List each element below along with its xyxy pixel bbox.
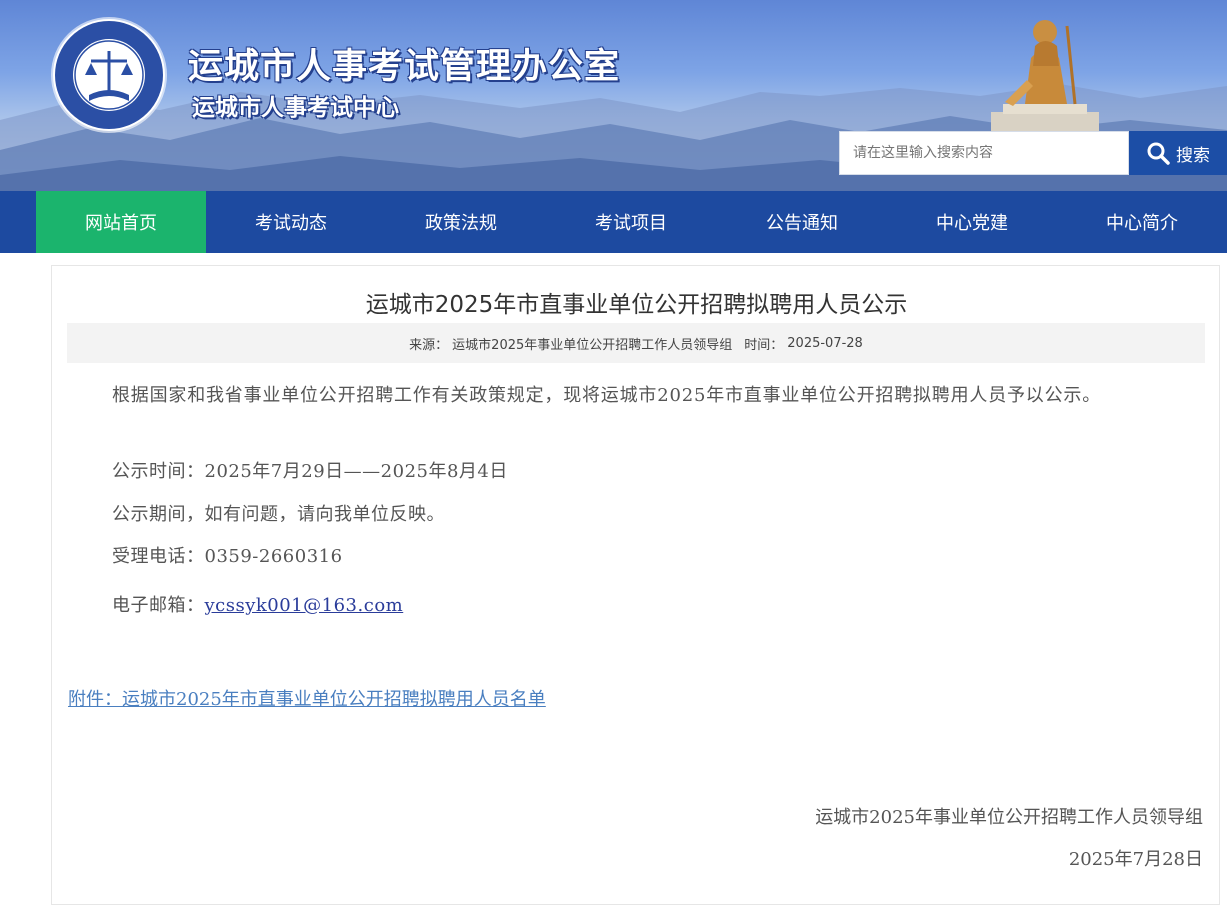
signature-org: 运城市2025年事业单位公开招聘工作人员领导组: [815, 807, 1203, 828]
attachment-link[interactable]: 附件：运城市2025年市直事业单位公开招聘拟聘用人员名单: [68, 685, 546, 711]
contact-phone: 受理电话：0359-2660316: [112, 546, 343, 567]
time-label: 时间：: [744, 337, 784, 353]
email-label: 电子邮箱：: [112, 595, 205, 616]
article-body: 根据国家和我省事业单位公开招聘工作有关政策规定，现将运城市2025年市直事业单位…: [68, 379, 1203, 870]
site-title: 运城市人事考试管理办公室: [188, 47, 621, 87]
search-input[interactable]: [839, 131, 1129, 175]
source-value: 运城市2025年事业单位公开招聘工作人员领导组: [452, 337, 733, 353]
nav-item-policy[interactable]: 政策法规: [376, 191, 546, 253]
time-value: 2025-07-28: [787, 335, 863, 351]
nav-item-home[interactable]: 网站首页: [36, 191, 206, 253]
nav-item-announcements[interactable]: 公告通知: [717, 191, 887, 253]
nav-item-exam-news[interactable]: 考试动态: [206, 191, 376, 253]
signature-date: 2025年7月28日: [1068, 849, 1203, 870]
notice-period: 公示时间：2025年7月29日——2025年8月4日: [112, 461, 508, 482]
statue-image: [991, 20, 1099, 134]
nav-item-about[interactable]: 中心简介: [1057, 191, 1227, 253]
main-nav: 网站首页 考试动态 政策法规 考试项目 公告通知 中心党建 中心简介: [0, 191, 1227, 253]
site-subtitle: 运城市人事考试中心: [192, 95, 399, 121]
search-icon: [1147, 142, 1170, 165]
notice-feedback: 公示期间，如有问题，请向我单位反映。: [112, 504, 445, 525]
source-label: 来源：: [409, 337, 449, 353]
nav-item-exam-projects[interactable]: 考试项目: [546, 191, 716, 253]
article-title: 运城市2025年市直事业单位公开招聘拟聘用人员公示: [365, 292, 908, 318]
search-button-label: 搜索: [1176, 145, 1210, 166]
intro-paragraph: 根据国家和我省事业单位公开招聘工作有关政策规定，现将运城市2025年市直事业单位…: [112, 385, 1102, 406]
email-link[interactable]: ycssyk001@163.com: [205, 595, 404, 616]
nav-item-party[interactable]: 中心党建: [887, 191, 1057, 253]
article-meta: 来源： 运城市2025年事业单位公开招聘工作人员领导组 时间： 2025-07-28: [67, 323, 1205, 363]
contact-email: 电子邮箱：ycssyk001@163.com: [112, 591, 403, 617]
site-logo[interactable]: [53, 19, 165, 131]
search-button[interactable]: 搜索: [1129, 131, 1227, 175]
article-panel: 运城市2025年市直事业单位公开招聘拟聘用人员公示 来源： 运城市2025年事业单…: [51, 265, 1220, 905]
header-banner: 运城市人事考试管理办公室 运城市人事考试中心 搜索: [0, 0, 1227, 191]
